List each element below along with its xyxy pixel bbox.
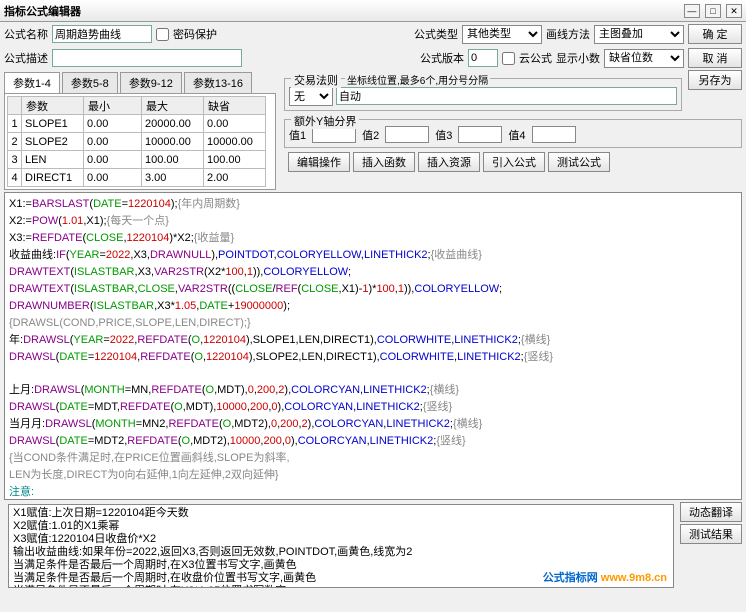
test-formula-button[interactable]: 测试公式	[548, 152, 610, 172]
formula-type-select[interactable]: 其他类型	[462, 25, 542, 44]
dynamic-translate-button[interactable]: 动态翻译	[680, 502, 742, 522]
param-row: 4	[8, 169, 266, 187]
tab-params-5-8[interactable]: 参数5-8	[62, 72, 118, 93]
formula-ver-input[interactable]	[468, 49, 498, 67]
output-line: 输出收益曲线:如果年份=2022,返回X3,否则返回无效数,POINTDOT,画…	[13, 546, 669, 559]
col-max: 最大	[142, 97, 204, 115]
output-line: 当满足条件是否最后一个周期时,在X3位置书写文字,画黄色	[13, 559, 669, 572]
rule-select[interactable]: 无	[289, 87, 333, 106]
decimal-select[interactable]: 缺省位数	[604, 49, 684, 68]
tab-params-1-4[interactable]: 参数1-4	[4, 72, 60, 93]
cloud-label: 云公式	[519, 50, 552, 66]
insert-res-button[interactable]: 插入资源	[418, 152, 480, 172]
draw-method-label: 画线方法	[546, 26, 590, 42]
draw-method-select[interactable]: 主图叠加	[594, 25, 684, 44]
trade-rule-title: 交易法则	[291, 72, 341, 88]
formula-name-input[interactable]	[52, 25, 152, 43]
col-def: 缺省	[204, 97, 266, 115]
output-line: X1赋值:上次日期=1220104距今天数	[13, 507, 669, 520]
param-tabs: 参数1-4 参数5-8 参数9-12 参数13-16	[4, 72, 276, 93]
output-line: X2赋值:1.01的X1乘幂	[13, 520, 669, 533]
close-icon[interactable]: ✕	[726, 4, 742, 18]
minimize-icon[interactable]: —	[684, 4, 700, 18]
param-row: 3	[8, 151, 266, 169]
val4-input[interactable]	[532, 126, 576, 143]
tab-params-13-16[interactable]: 参数13-16	[184, 72, 252, 93]
formula-desc-label: 公式描述	[4, 50, 48, 66]
output-panel: X1赋值:上次日期=1220104距今天数X2赋值:1.01的X1乘幂X3赋值:…	[8, 504, 674, 588]
insert-fn-button[interactable]: 插入函数	[353, 152, 415, 172]
output-line: X3赋值:1220104日收盘价*X2	[13, 533, 669, 546]
formula-desc-input[interactable]	[52, 49, 242, 67]
ok-button[interactable]: 确 定	[688, 24, 742, 44]
edit-op-button[interactable]: 编辑操作	[288, 152, 350, 172]
decimal-label: 显示小数	[556, 50, 600, 66]
pwd-protect-checkbox[interactable]	[156, 28, 169, 41]
param-row: 2	[8, 133, 266, 151]
val2-input[interactable]	[385, 126, 429, 143]
pwd-protect-label: 密码保护	[173, 26, 217, 42]
formula-name-label: 公式名称	[4, 26, 48, 42]
formula-ver-label: 公式版本	[420, 50, 464, 66]
coord-input[interactable]	[336, 87, 677, 105]
save-as-button[interactable]: 另存为	[688, 70, 742, 90]
val3-input[interactable]	[458, 126, 502, 143]
formula-type-label: 公式类型	[414, 26, 458, 42]
col-min: 最小	[84, 97, 142, 115]
code-editor[interactable]: X1:=BARSLAST(DATE=1220104);{年内周期数} X2:=P…	[4, 192, 742, 500]
maximize-icon[interactable]: □	[705, 4, 721, 18]
cancel-button[interactable]: 取 消	[688, 48, 742, 68]
cloud-checkbox[interactable]	[502, 52, 515, 65]
coord-hint: 坐标线位置,最多6个,用分号分隔	[345, 72, 490, 87]
watermark: 公式指标网 www.9m8.cn	[543, 572, 667, 585]
extra-y-title: 额外Y轴分界	[291, 113, 359, 129]
params-table: 参数 最小 最大 缺省 1 2 3 4	[7, 96, 266, 187]
window-title: 指标公式编辑器	[4, 3, 682, 19]
test-result-button[interactable]: 测试结果	[680, 524, 742, 544]
tab-params-9-12[interactable]: 参数9-12	[120, 72, 182, 93]
col-param: 参数	[22, 97, 84, 115]
param-row: 1	[8, 115, 266, 133]
param-name[interactable]	[22, 116, 83, 132]
output-line: 当满足条件是否最后一个周期时,在X3*1.05位置书写数字	[13, 585, 669, 588]
title-bar: 指标公式编辑器 — □ ✕	[0, 0, 746, 22]
import-formula-button[interactable]: 引入公式	[483, 152, 545, 172]
